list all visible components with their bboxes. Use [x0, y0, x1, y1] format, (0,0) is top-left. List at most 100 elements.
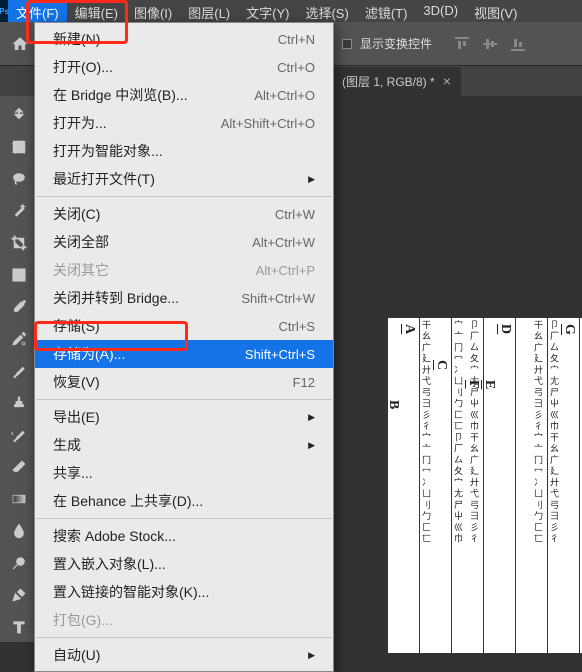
menu-separator — [36, 196, 332, 197]
menu-item-label: 在 Bridge 中浏览(B)... — [53, 85, 188, 105]
menu-shortcut: Ctrl+N — [278, 32, 315, 47]
type-tool-icon[interactable] — [4, 612, 34, 642]
menu-select[interactable]: 选择(S) — [297, 0, 356, 22]
menu-item[interactable]: 共享... — [35, 459, 333, 487]
menu-item-label: 共享... — [53, 463, 93, 483]
align-bottom-icon[interactable] — [510, 36, 526, 52]
tools-panel — [0, 96, 38, 642]
submenu-arrow-icon: ▶ — [288, 412, 315, 423]
gradient-tool-icon[interactable] — [4, 484, 34, 514]
menu-item[interactable]: 存储为(A)... Shift+Ctrl+S — [35, 340, 333, 368]
menu-item[interactable]: 搜索 Adobe Stock... — [35, 522, 333, 550]
menu-3d[interactable]: 3D(D) — [415, 0, 466, 22]
menu-edit[interactable]: 编辑(E) — [67, 0, 126, 22]
menubar: 文件(F) 编辑(E) 图像(I) 图层(L) 文字(Y) 选择(S) 滤镜(T… — [0, 0, 582, 22]
menu-item-label: 新建(N)... — [53, 29, 112, 49]
menu-file[interactable]: 文件(F) — [8, 0, 67, 22]
menu-item[interactable]: 新建(N)... Ctrl+N — [35, 25, 333, 53]
menu-item[interactable]: 打开为... Alt+Shift+Ctrl+O — [35, 109, 333, 137]
canvas-document[interactable]: AB宀 亠 冂 冖 冫 凵 刂 勹 匚 匸 卩 厂 厶 夂 宀 尢 尸 屮 巛 … — [388, 318, 582, 653]
menu-shortcut: Ctrl+S — [279, 319, 315, 334]
menu-type[interactable]: 文字(Y) — [238, 0, 297, 22]
menu-item[interactable]: 在 Behance 上共享(D)... — [35, 487, 333, 515]
eyedropper-tool-icon[interactable] — [4, 292, 34, 322]
pen-tool-icon[interactable] — [4, 580, 34, 610]
menu-layer[interactable]: 图层(L) — [180, 0, 238, 22]
menu-shortcut: F12 — [293, 375, 315, 390]
marquee-tool-icon[interactable] — [4, 132, 34, 162]
menu-shortcut: Alt+Shift+Ctrl+O — [221, 116, 315, 131]
menu-image[interactable]: 图像(I) — [126, 0, 180, 22]
menu-item-label: 打开(O)... — [53, 57, 113, 77]
submenu-arrow-icon: ▶ — [288, 440, 315, 451]
eraser-tool-icon[interactable] — [4, 452, 34, 482]
menu-item-label: 打包(G)... — [53, 610, 113, 630]
menu-item: 打包(G)... — [35, 606, 333, 634]
menu-item[interactable]: 置入链接的智能对象(K)... — [35, 578, 333, 606]
menu-item[interactable]: 在 Bridge 中浏览(B)...Alt+Ctrl+O — [35, 81, 333, 109]
menu-separator — [36, 518, 332, 519]
magic-wand-tool-icon[interactable] — [4, 196, 34, 226]
frame-tool-icon[interactable] — [4, 260, 34, 290]
menu-item[interactable]: 存储(S) Ctrl+S — [35, 312, 333, 340]
menu-item-label: 存储为(A)... — [53, 344, 125, 364]
menu-item-label: 置入嵌入对象(L)... — [53, 554, 166, 574]
menu-item-label: 最近打开文件(T) — [53, 169, 155, 189]
menu-item[interactable]: 关闭(C) Ctrl+W — [35, 200, 333, 228]
clone-stamp-tool-icon[interactable] — [4, 388, 34, 418]
menu-item-label: 关闭(C) — [53, 204, 100, 224]
move-tool-icon[interactable] — [4, 100, 34, 130]
menu-item[interactable]: 自动(U) ▶ — [35, 641, 333, 669]
menu-item-label: 关闭全部 — [53, 232, 109, 252]
close-tab-icon[interactable]: × — [443, 73, 451, 89]
menu-filter[interactable]: 滤镜(T) — [357, 0, 416, 22]
show-transform-checkbox[interactable] — [342, 39, 352, 49]
menu-item-label: 打开为智能对象... — [53, 141, 163, 161]
menu-item-label: 置入链接的智能对象(K)... — [53, 582, 209, 602]
menu-item-label: 恢复(V) — [53, 372, 100, 392]
menu-item[interactable]: 生成▶ — [35, 431, 333, 459]
align-middle-icon[interactable] — [482, 36, 498, 52]
menu-item[interactable]: 最近打开文件(T) ▶ — [35, 165, 333, 193]
menu-item-label: 关闭其它 — [53, 260, 109, 280]
crop-tool-icon[interactable] — [4, 228, 34, 258]
menu-item[interactable]: 关闭并转到 Bridge... Shift+Ctrl+W — [35, 284, 333, 312]
menu-shortcut: Ctrl+O — [277, 60, 315, 75]
brush-tool-icon[interactable] — [4, 356, 34, 386]
menu-item-label: 存储(S) — [53, 316, 100, 336]
history-brush-tool-icon[interactable] — [4, 420, 34, 450]
menu-item[interactable]: 导出(E) ▶ — [35, 403, 333, 431]
menu-item-label: 在 Behance 上共享(D)... — [53, 491, 203, 511]
submenu-arrow-icon: ▶ — [288, 174, 315, 185]
menu-view[interactable]: 视图(V) — [466, 0, 525, 22]
ps-app-icon: Ps — [0, 0, 8, 22]
menu-item[interactable]: 打开为智能对象... — [35, 137, 333, 165]
show-transform-label: 显示变换控件 — [360, 35, 432, 52]
submenu-arrow-icon: ▶ — [288, 650, 315, 661]
dodge-tool-icon[interactable] — [4, 548, 34, 578]
align-top-icon[interactable] — [454, 36, 470, 52]
menu-shortcut: Shift+Ctrl+S — [245, 347, 315, 362]
menu-item-label: 自动(U) — [53, 645, 100, 665]
document-tab[interactable]: (图层 1, RGB/8) * × — [332, 67, 461, 96]
menu-item[interactable]: 打开(O)... Ctrl+O — [35, 53, 333, 81]
menu-item: 关闭其它 Alt+Ctrl+P — [35, 256, 333, 284]
menu-shortcut: Shift+Ctrl+W — [241, 291, 315, 306]
menu-item-label: 关闭并转到 Bridge... — [53, 288, 179, 308]
menu-item[interactable]: 置入嵌入对象(L)... — [35, 550, 333, 578]
menu-shortcut: Ctrl+W — [275, 207, 315, 222]
menu-shortcut: Alt+Ctrl+P — [256, 263, 315, 278]
menu-item[interactable]: 恢复(V) F12 — [35, 368, 333, 396]
home-icon[interactable] — [8, 32, 32, 56]
document-tab-title: (图层 1, RGB/8) * — [342, 73, 435, 90]
blur-tool-icon[interactable] — [4, 516, 34, 546]
menu-item-label: 导出(E) — [53, 407, 100, 427]
menu-item-label: 搜索 Adobe Stock... — [53, 526, 176, 546]
healing-brush-tool-icon[interactable] — [4, 324, 34, 354]
menu-item-label: 打开为... — [53, 113, 107, 133]
menu-item[interactable]: 关闭全部 Alt+Ctrl+W — [35, 228, 333, 256]
menu-shortcut: Alt+Ctrl+W — [252, 235, 315, 250]
align-icons — [454, 36, 526, 52]
menu-separator — [36, 399, 332, 400]
lasso-tool-icon[interactable] — [4, 164, 34, 194]
